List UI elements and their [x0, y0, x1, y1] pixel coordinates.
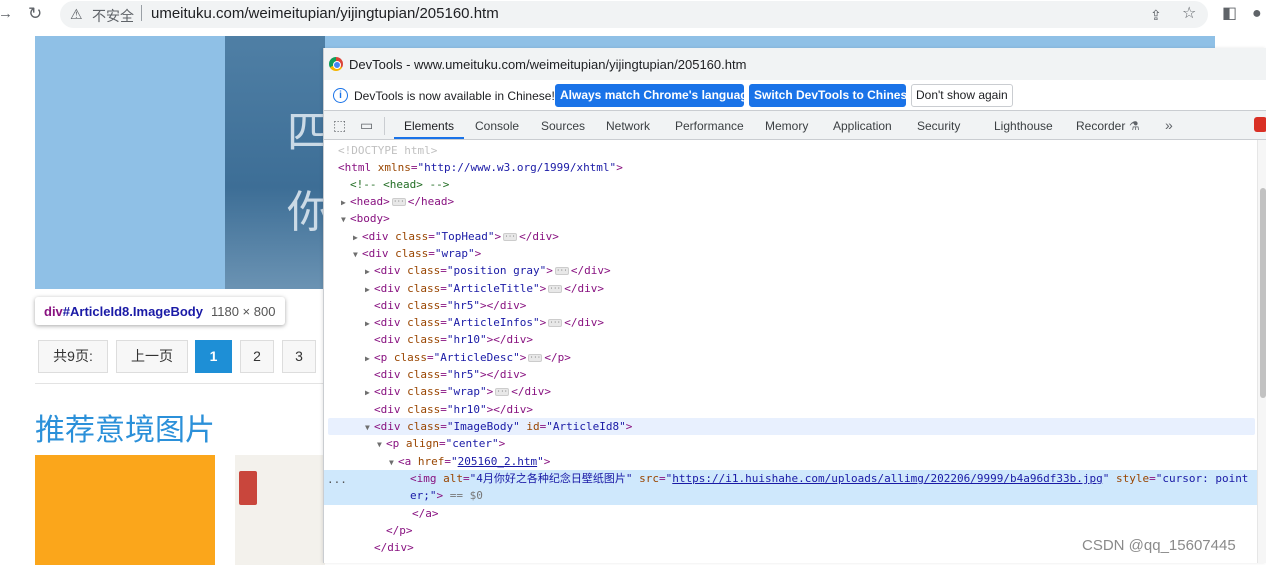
bookmark-star-icon[interactable]: ☆ — [1182, 4, 1196, 24]
dom-line[interactable]: <div class="hr5"></div> — [374, 297, 526, 314]
pagination-page-3[interactable]: 3 — [282, 340, 316, 373]
tab-console[interactable]: Console — [475, 119, 519, 133]
devtools-title: DevTools - www.umeituku.com/weimeitupian… — [349, 57, 747, 72]
thumbnail-image[interactable] — [35, 455, 215, 565]
tab-security[interactable]: Security — [917, 119, 960, 133]
switch-chinese-button[interactable]: Switch DevTools to Chinese — [749, 84, 914, 107]
reload-icon[interactable]: ↻ — [28, 4, 42, 24]
tooltip-size: 1180 × 800 — [210, 304, 276, 319]
dom-line[interactable]: ▼ <div class="ImageBody" id="ArticleId8"> — [365, 418, 632, 435]
tab-network[interactable]: Network — [606, 119, 650, 133]
side-panel-icon[interactable]: ◧ — [1222, 4, 1237, 24]
divider — [35, 383, 325, 384]
info-icon: i — [333, 88, 348, 103]
devtools-tabbar: ⬚ ▭ Elements Console Sources Network Per… — [324, 111, 1266, 140]
dom-line[interactable]: <!DOCTYPE html> — [338, 142, 437, 159]
dom-line[interactable]: </a> — [412, 505, 439, 522]
recommend-heading: 推荐意境图片 — [35, 414, 215, 447]
infobar-message: DevTools is now available in Chinese! — [354, 89, 555, 103]
flask-icon: ⚗ — [1129, 119, 1140, 133]
dom-line[interactable]: <div class="hr10"></div> — [374, 331, 533, 348]
dom-line[interactable]: ▶ <div class="position gray"> ··· </div> — [365, 262, 611, 279]
pagination-total: 共9页: — [38, 340, 108, 373]
dom-line[interactable]: </p> — [386, 522, 413, 539]
match-language-button[interactable]: Always match Chrome's language — [555, 84, 754, 107]
tab-recorder[interactable]: Recorder — [1076, 119, 1125, 133]
dom-line[interactable]: ▶ <div class="wrap"> ··· </div> — [365, 383, 551, 400]
tab-lighthouse[interactable]: Lighthouse — [994, 119, 1053, 133]
more-tabs-icon[interactable]: » — [1165, 117, 1173, 133]
pagination-page-1[interactable]: 1 — [195, 340, 232, 373]
share-icon[interactable]: ⇪ — [1150, 5, 1162, 25]
devtools-window: DevTools - www.umeituku.com/weimeitupian… — [323, 48, 1266, 563]
selected-node-marker: ··· — [327, 476, 347, 489]
elements-tree: ··· <!DOCTYPE html> <html xmlns="http://… — [324, 140, 1257, 563]
forward-arrow-icon[interactable]: → — [0, 4, 13, 24]
language-infobar: i DevTools is now available in Chinese! … — [324, 80, 1266, 111]
elements-scrollbar[interactable] — [1257, 140, 1266, 563]
seal-decoration — [239, 471, 257, 505]
device-toolbar-icon[interactable]: ▭ — [360, 117, 373, 134]
dom-line-selected[interactable]: er;"> == $0 — [410, 487, 483, 504]
tooltip-class: .ImageBody — [129, 304, 203, 319]
warning-icon[interactable]: ⚠ — [70, 4, 83, 24]
error-badge-icon[interactable] — [1254, 117, 1266, 132]
watermark: CSDN @qq_15607445 — [1082, 537, 1236, 554]
profile-icon[interactable]: ● — [1252, 4, 1262, 24]
dom-line[interactable]: </div> — [374, 539, 414, 556]
tab-application[interactable]: Application — [833, 119, 892, 133]
scrollbar-thumb[interactable] — [1260, 188, 1266, 398]
inspect-tooltip: div#ArticleId8.ImageBody 1180 × 800 — [35, 297, 285, 325]
dom-line[interactable]: ▼ <div class="wrap"> — [353, 245, 481, 262]
dom-line[interactable]: <!-- <head> --> — [350, 176, 449, 193]
dom-line-selected[interactable]: <img alt="4月你好之各种纪念日壁纸图片" src="https://i… — [410, 470, 1248, 487]
pagination-prev[interactable]: 上一页 — [116, 340, 188, 373]
address-bar: → ↻ ⚠ 不安全 umeituku.com/weimeitupian/yiji… — [0, 0, 1266, 30]
dom-line[interactable]: ▶ <p class="ArticleDesc"> ··· </p> — [365, 349, 571, 366]
pagination-page-2[interactable]: 2 — [240, 340, 274, 373]
active-tab-indicator — [394, 137, 464, 139]
dont-show-again-button[interactable]: Don't show again — [911, 84, 1013, 107]
article-image[interactable]: 四 你 — [225, 36, 331, 289]
url-text[interactable]: umeituku.com/weimeitupian/yijingtupian/2… — [151, 5, 499, 22]
devtools-titlebar: DevTools - www.umeituku.com/weimeitupian… — [324, 48, 1266, 80]
insecure-label[interactable]: 不安全 — [92, 6, 134, 26]
chrome-logo-icon — [329, 57, 343, 71]
tooltip-id: #ArticleId8 — [62, 304, 130, 319]
dom-line[interactable]: ▼ <p align="center"> — [377, 435, 505, 452]
tab-performance[interactable]: Performance — [675, 119, 744, 133]
url-separator — [141, 5, 142, 21]
dom-line[interactable]: ▼ <body> — [341, 210, 390, 227]
tab-elements[interactable]: Elements — [404, 119, 454, 133]
tab-memory[interactable]: Memory — [765, 119, 808, 133]
dom-line[interactable]: <html xmlns="http://www.w3.org/1999/xhtm… — [338, 159, 623, 176]
thumbnail-image[interactable] — [235, 455, 325, 565]
tab-separator — [384, 117, 385, 135]
tooltip-tag: div — [44, 304, 63, 319]
inspect-element-icon[interactable]: ⬚ — [333, 117, 346, 134]
dom-line[interactable]: ▶ <div class="TopHead"> ··· </div> — [353, 228, 559, 245]
dom-line[interactable]: ▶ <div class="ArticleInfos"> ··· </div> — [365, 314, 604, 331]
dom-line[interactable]: ▼ <a href="205160_2.htm"> — [389, 453, 550, 470]
selected-marker-text: == $0 — [449, 489, 483, 502]
dom-line[interactable]: <div class="hr5"></div> — [374, 366, 526, 383]
tab-sources[interactable]: Sources — [541, 119, 585, 133]
dom-line[interactable]: ▶ <div class="ArticleTitle"> ··· </div> — [365, 280, 604, 297]
dom-line[interactable]: <div class="hr10"></div> — [374, 401, 533, 418]
dom-line[interactable]: ▶ <head> ··· </head> — [341, 193, 454, 210]
